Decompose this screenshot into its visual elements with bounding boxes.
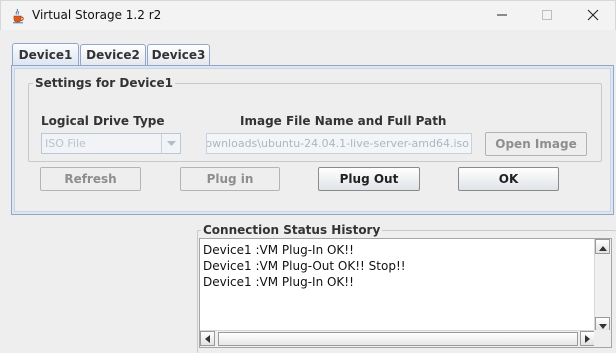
tab-label: Device2 [86, 48, 140, 62]
minimize-button[interactable] [479, 1, 525, 31]
scroll-right-button[interactable] [580, 331, 595, 346]
settings-group: Settings for Device1 Logical Drive Type … [28, 76, 602, 162]
open-image-button[interactable]: Open Image [485, 132, 587, 156]
arrow-left-icon [205, 332, 210, 346]
ok-button[interactable]: OK [458, 167, 559, 191]
device-tab-panel: Settings for Device1 Logical Drive Type … [11, 65, 614, 215]
image-path-label: Image File Name and Full Path [240, 114, 447, 128]
image-path-value: C:\Users\user\Downloads\ubuntu-24.04.1-l… [206, 137, 469, 150]
java-cup-icon [10, 8, 26, 24]
settings-group-title: Settings for Device1 [35, 76, 174, 90]
tab-device3[interactable]: Device3 [147, 44, 210, 65]
arrow-up-icon [598, 240, 607, 254]
log-lines: Device1 :VM Plug-In OK!! Device1 :VM Plu… [201, 240, 594, 330]
close-icon [587, 9, 599, 24]
vertical-scroll-track[interactable] [596, 255, 610, 314]
chevron-down-icon[interactable] [161, 134, 180, 153]
connection-history-log[interactable]: Device1 :VM Plug-In OK!! Device1 :VM Plu… [199, 238, 612, 348]
plug-in-button[interactable]: Plug in [180, 167, 280, 191]
horizontal-scroll-thumb[interactable] [218, 332, 578, 346]
tab-device2[interactable]: Device2 [80, 44, 146, 65]
scroll-corner [594, 330, 611, 347]
image-path-field[interactable]: C:\Users\user\Downloads\ubuntu-24.04.1-l… [206, 133, 472, 154]
log-line: Device1 :VM Plug-Out OK!! Stop!! [203, 259, 406, 273]
tab-device1[interactable]: Device1 [12, 43, 79, 65]
drive-type-value: ISO File [45, 137, 86, 150]
arrow-right-icon [585, 332, 590, 346]
minimize-icon [497, 9, 507, 23]
connection-history-title: Connection Status History [203, 223, 381, 237]
horizontal-scrollbar[interactable] [200, 330, 595, 347]
maximize-button[interactable] [524, 1, 570, 31]
log-line: Device1 :VM Plug-In OK!! [203, 275, 354, 289]
tab-label: Device3 [151, 48, 206, 62]
drive-type-label: Logical Drive Type [41, 114, 165, 128]
vertical-scrollbar[interactable] [594, 239, 611, 332]
tab-label: Device1 [18, 47, 73, 62]
title-bar: Virtual Storage 1.2 r2 [0, 0, 616, 30]
drive-type-select[interactable]: ISO File [41, 133, 181, 154]
refresh-button[interactable]: Refresh [40, 167, 141, 191]
close-button[interactable] [570, 1, 616, 31]
window-content: Device1 Device2 Device3 Settings for Dev… [0, 30, 616, 353]
maximize-icon [542, 9, 552, 23]
plug-out-button[interactable]: Plug Out [318, 167, 420, 191]
log-line: Device1 :VM Plug-In OK!! [203, 243, 354, 257]
window-title: Virtual Storage 1.2 r2 [32, 8, 162, 22]
scroll-up-button[interactable] [595, 239, 610, 254]
scroll-left-button[interactable] [200, 331, 215, 346]
